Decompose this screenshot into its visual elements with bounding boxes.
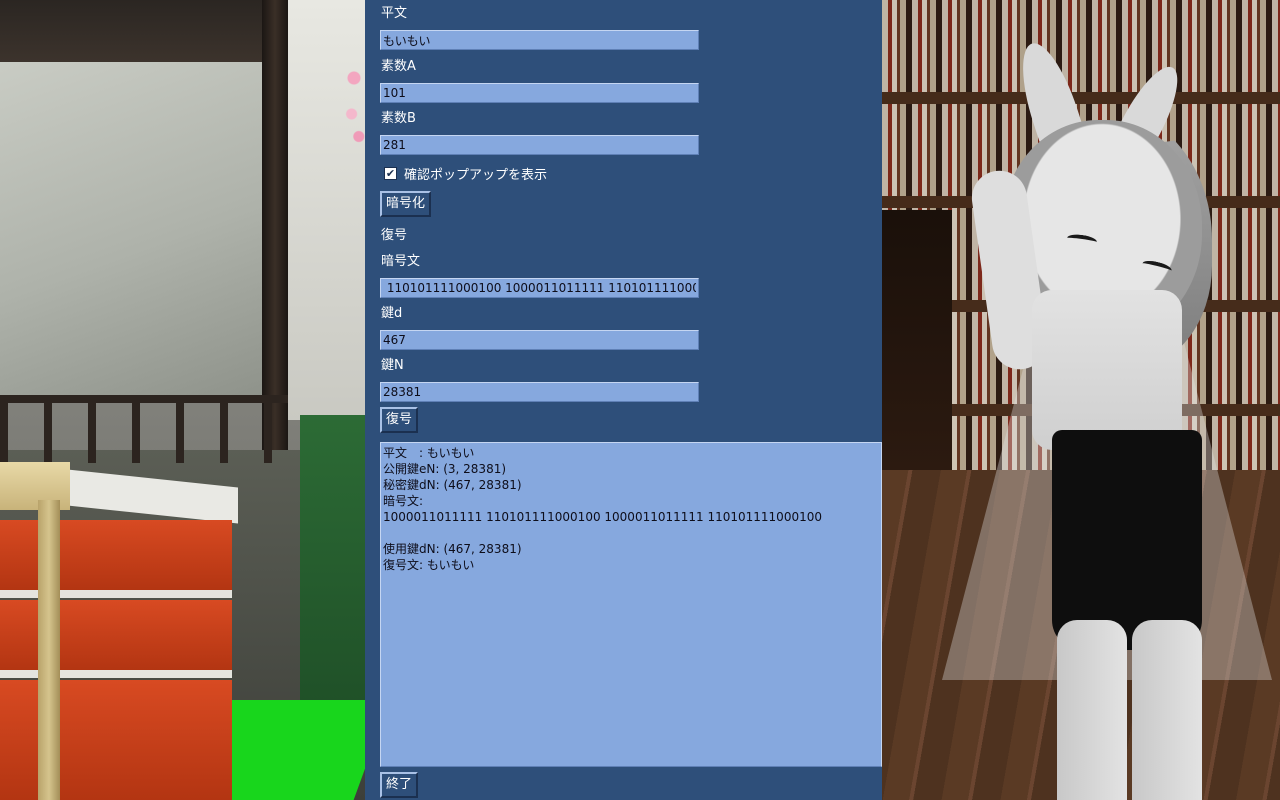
prime-b-label: 素数B [381, 111, 416, 126]
character-leg [1132, 620, 1202, 800]
output-line: 1000011011111 110101111000100 1000011011… [383, 510, 822, 524]
encrypt-button[interactable]: 暗号化 [380, 191, 432, 217]
ciphertext-label: 暗号文 [381, 254, 421, 269]
decrypt-button[interactable]: 復号 [380, 407, 419, 433]
wooden-railing [0, 395, 288, 463]
key-d-label: 鍵d [381, 306, 403, 321]
background-library-scene [882, 0, 1280, 800]
output-line: 平文 : もいもい [383, 446, 475, 460]
character-shorts [1052, 430, 1202, 650]
rsa-cipher-panel: 平文 素数A 素数B ✔ 確認ポップアップを表示 暗号化 復号 暗号文 鍵d 鍵… [365, 0, 882, 800]
key-d-input[interactable] [380, 330, 699, 350]
output-line: 秘密鍵dN: (467, 28381) [383, 478, 522, 492]
prime-a-input[interactable] [380, 83, 699, 103]
checkmark-icon: ✔ [385, 166, 396, 180]
shoji-wall [0, 60, 262, 400]
key-n-label: 鍵N [381, 358, 404, 373]
prime-a-label: 素数A [381, 59, 416, 74]
key-n-input[interactable] [380, 382, 699, 402]
output-line: 公開鍵eN: (3, 28381) [383, 462, 507, 476]
result-output-area[interactable]: 平文 : もいもい 公開鍵eN: (3, 28381) 秘密鍵dN: (467,… [380, 442, 882, 767]
red-drawer [0, 600, 232, 678]
background-room-scene [0, 0, 365, 800]
red-drawer [0, 520, 232, 598]
confirm-popup-label: 確認ポップアップを表示 [404, 167, 548, 183]
cherry-blossom-decor [342, 60, 365, 150]
red-drawer [0, 680, 232, 800]
green-wall [300, 415, 365, 745]
output-line: 暗号文: [383, 494, 424, 508]
decrypt-section-label: 復号 [381, 228, 408, 243]
output-line: 復号文: もいもい [383, 558, 475, 572]
prime-b-input[interactable] [380, 135, 699, 155]
plaintext-label: 平文 [381, 6, 408, 21]
output-line: 使用鍵dN: (467, 28381) [383, 542, 522, 556]
confirm-popup-option[interactable]: ✔ 確認ポップアップを表示 [384, 164, 548, 183]
character-leg [1057, 620, 1127, 800]
desk-leg [38, 500, 60, 800]
confirm-popup-checkbox[interactable]: ✔ [384, 166, 397, 180]
plaintext-input[interactable] [380, 30, 699, 50]
bookshelf-shadow [882, 210, 952, 470]
ciphertext-input[interactable] [380, 278, 699, 298]
character-torso [1032, 290, 1182, 450]
exit-button[interactable]: 終了 [380, 772, 419, 798]
